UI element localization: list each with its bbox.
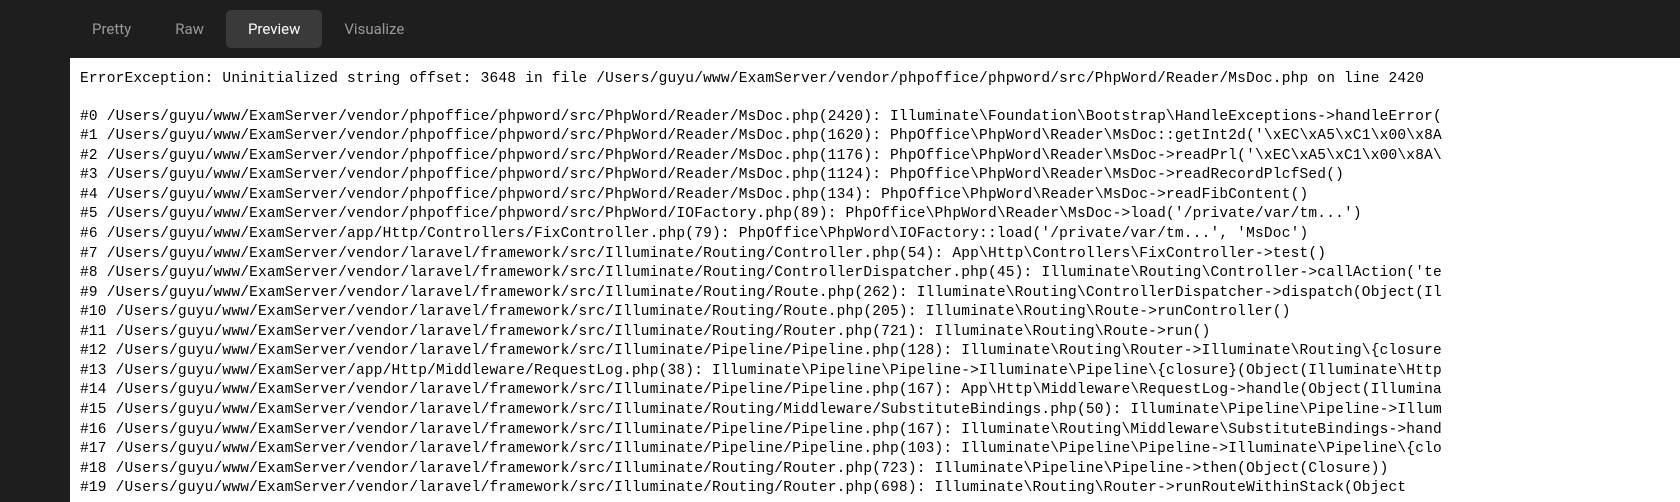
stack-trace-line: #0 /Users/guyu/www/ExamServer/vendor/php… — [80, 108, 1680, 128]
stack-trace-line: #4 /Users/guyu/www/ExamServer/vendor/php… — [80, 186, 1680, 206]
tab-preview[interactable]: Preview — [226, 10, 322, 48]
preview-content: ErrorException: Uninitialized string off… — [70, 58, 1680, 502]
stack-trace-line: #19 /Users/guyu/www/ExamServer/vendor/la… — [80, 479, 1680, 499]
stack-trace: #0 /Users/guyu/www/ExamServer/vendor/php… — [80, 108, 1680, 499]
stack-trace-line: #9 /Users/guyu/www/ExamServer/vendor/lar… — [80, 284, 1680, 304]
stack-trace-line: #18 /Users/guyu/www/ExamServer/vendor/la… — [80, 460, 1680, 480]
tab-visualize[interactable]: Visualize — [322, 10, 426, 48]
response-view-tabs: Pretty Raw Preview Visualize — [0, 0, 1680, 58]
stack-trace-line: #7 /Users/guyu/www/ExamServer/vendor/lar… — [80, 245, 1680, 265]
stack-trace-line: #14 /Users/guyu/www/ExamServer/vendor/la… — [80, 381, 1680, 401]
stack-trace-line: #6 /Users/guyu/www/ExamServer/app/Http/C… — [80, 225, 1680, 245]
stack-trace-line: #12 /Users/guyu/www/ExamServer/vendor/la… — [80, 342, 1680, 362]
error-message: ErrorException: Uninitialized string off… — [80, 70, 1680, 90]
stack-trace-line: #10 /Users/guyu/www/ExamServer/vendor/la… — [80, 303, 1680, 323]
stack-trace-line: #17 /Users/guyu/www/ExamServer/vendor/la… — [80, 440, 1680, 460]
stack-trace-line: #1 /Users/guyu/www/ExamServer/vendor/php… — [80, 127, 1680, 147]
tab-pretty[interactable]: Pretty — [70, 10, 153, 48]
stack-trace-line: #11 /Users/guyu/www/ExamServer/vendor/la… — [80, 323, 1680, 343]
stack-trace-line: #8 /Users/guyu/www/ExamServer/vendor/lar… — [80, 264, 1680, 284]
stack-trace-line: #3 /Users/guyu/www/ExamServer/vendor/php… — [80, 166, 1680, 186]
tab-raw[interactable]: Raw — [153, 10, 226, 48]
stack-trace-line: #5 /Users/guyu/www/ExamServer/vendor/php… — [80, 205, 1680, 225]
stack-trace-line: #13 /Users/guyu/www/ExamServer/app/Http/… — [80, 362, 1680, 382]
stack-trace-line: #16 /Users/guyu/www/ExamServer/vendor/la… — [80, 421, 1680, 441]
stack-trace-line: #15 /Users/guyu/www/ExamServer/vendor/la… — [80, 401, 1680, 421]
stack-trace-line: #2 /Users/guyu/www/ExamServer/vendor/php… — [80, 147, 1680, 167]
